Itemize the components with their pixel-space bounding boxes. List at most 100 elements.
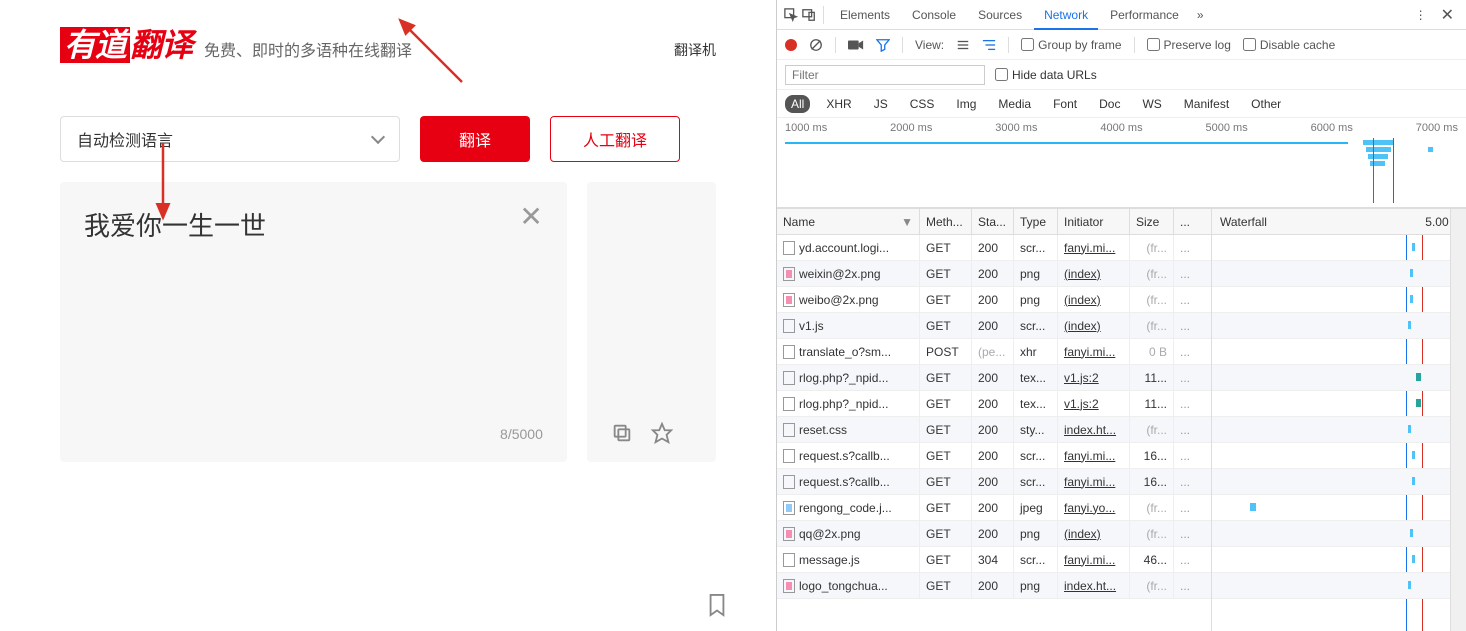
- camera-icon[interactable]: [848, 38, 864, 52]
- waterfall-row: [1212, 313, 1466, 339]
- col-initiator[interactable]: Initiator: [1058, 209, 1130, 234]
- bookmark-icon[interactable]: [706, 592, 728, 621]
- waterfall-row: [1212, 547, 1466, 573]
- request-size: (fr...: [1130, 313, 1174, 338]
- file-icon: [783, 293, 795, 307]
- type-filter-img[interactable]: Img: [950, 95, 982, 113]
- tabs-overflow-icon[interactable]: »: [1191, 8, 1210, 22]
- request-initiator[interactable]: v1.js:2: [1058, 391, 1130, 416]
- type-filter-manifest[interactable]: Manifest: [1178, 95, 1235, 113]
- request-initiator[interactable]: index.ht...: [1058, 573, 1130, 598]
- col-size[interactable]: Size: [1130, 209, 1174, 234]
- col-status[interactable]: Sta...: [972, 209, 1014, 234]
- view-list-icon[interactable]: [956, 38, 970, 52]
- request-type: xhr: [1014, 339, 1058, 364]
- file-icon: [783, 553, 795, 567]
- group-by-frame-checkbox[interactable]: Group by frame: [1021, 38, 1121, 52]
- language-select[interactable]: 自动检测语言: [60, 116, 400, 162]
- clear-input-button[interactable]: ✕: [519, 200, 542, 233]
- request-initiator[interactable]: fanyi.mi...: [1058, 469, 1130, 494]
- hide-data-urls-checkbox[interactable]: Hide data URLs: [995, 68, 1097, 82]
- request-method: GET: [920, 261, 972, 286]
- tab-sources[interactable]: Sources: [968, 0, 1032, 30]
- network-timeline[interactable]: 1000 ms2000 ms3000 ms4000 ms5000 ms6000 …: [777, 118, 1466, 208]
- devtools-menu-icon[interactable]: ⋮: [1409, 8, 1433, 22]
- tab-console[interactable]: Console: [902, 0, 966, 30]
- request-row[interactable]: rlog.php?_npid...GET200tex...v1.js:211..…: [777, 391, 1211, 417]
- request-initiator[interactable]: index.ht...: [1058, 417, 1130, 442]
- request-row[interactable]: message.jsGET304scr...fanyi.mi...46.....…: [777, 547, 1211, 573]
- request-row[interactable]: weixin@2x.pngGET200png(index)(fr......: [777, 261, 1211, 287]
- device-toggle-icon[interactable]: [801, 7, 817, 23]
- nav-translator-device[interactable]: 翻译机: [674, 40, 716, 60]
- request-initiator[interactable]: (index): [1058, 261, 1130, 286]
- request-more: ...: [1174, 417, 1192, 442]
- request-initiator[interactable]: fanyi.mi...: [1058, 443, 1130, 468]
- copy-icon[interactable]: [611, 422, 633, 444]
- record-button[interactable]: [785, 39, 797, 51]
- inspect-icon[interactable]: [783, 7, 799, 23]
- col-more[interactable]: ...: [1174, 209, 1192, 234]
- star-icon[interactable]: [651, 422, 673, 444]
- request-type: scr...: [1014, 469, 1058, 494]
- request-row[interactable]: request.s?callb...GET200scr...fanyi.mi..…: [777, 443, 1211, 469]
- tab-network[interactable]: Network: [1034, 0, 1098, 30]
- request-name: weixin@2x.png: [799, 267, 881, 281]
- grid-header: Name▼ Meth... Sta... Type Initiator Size…: [777, 209, 1211, 235]
- type-filter-other[interactable]: Other: [1245, 95, 1287, 113]
- request-initiator[interactable]: v1.js:2: [1058, 365, 1130, 390]
- request-row[interactable]: yd.account.logi...GET200scr...fanyi.mi..…: [777, 235, 1211, 261]
- disable-cache-checkbox[interactable]: Disable cache: [1243, 38, 1335, 52]
- request-initiator[interactable]: (index): [1058, 313, 1130, 338]
- request-row[interactable]: v1.jsGET200scr...(index)(fr......: [777, 313, 1211, 339]
- youdao-page: 有道翻译 免费、即时的多语种在线翻译 翻译机 自动检测语言 翻译 人工翻译 我爱…: [0, 0, 776, 631]
- filter-input[interactable]: [785, 65, 985, 85]
- tab-performance[interactable]: Performance: [1100, 0, 1189, 30]
- preserve-log-checkbox[interactable]: Preserve log: [1147, 38, 1231, 52]
- request-name: rengong_code.j...: [799, 501, 892, 515]
- human-translate-button[interactable]: 人工翻译: [550, 116, 680, 162]
- request-row[interactable]: qq@2x.pngGET200png(index)(fr......: [777, 521, 1211, 547]
- waterfall-row: [1212, 443, 1466, 469]
- request-more: ...: [1174, 235, 1192, 260]
- source-text: 我爱你一生一世: [84, 206, 543, 243]
- tab-elements[interactable]: Elements: [830, 0, 900, 30]
- scrollbar[interactable]: [1450, 209, 1466, 631]
- request-row[interactable]: logo_tongchua...GET200pngindex.ht...(fr.…: [777, 573, 1211, 599]
- type-filter-doc[interactable]: Doc: [1093, 95, 1126, 113]
- request-initiator[interactable]: (index): [1058, 521, 1130, 546]
- type-filter-css[interactable]: CSS: [904, 95, 941, 113]
- request-row[interactable]: rengong_code.j...GET200jpegfanyi.yo...(f…: [777, 495, 1211, 521]
- devtools-panel: Elements Console Sources Network Perform…: [776, 0, 1466, 631]
- translate-button[interactable]: 翻译: [420, 116, 530, 162]
- view-large-icon[interactable]: [982, 38, 996, 52]
- col-type[interactable]: Type: [1014, 209, 1058, 234]
- request-row[interactable]: request.s?callb...GET200scr...fanyi.mi..…: [777, 469, 1211, 495]
- request-initiator[interactable]: (index): [1058, 287, 1130, 312]
- devtools-close-button[interactable]: ✕: [1435, 5, 1460, 25]
- filter-icon[interactable]: [876, 38, 890, 52]
- timeline-tick: 7000 ms: [1416, 122, 1458, 134]
- request-type: scr...: [1014, 313, 1058, 338]
- source-text-box[interactable]: 我爱你一生一世 ✕ 8/5000: [60, 182, 567, 462]
- type-filter-font[interactable]: Font: [1047, 95, 1083, 113]
- request-initiator[interactable]: fanyi.mi...: [1058, 235, 1130, 260]
- col-method[interactable]: Meth...: [920, 209, 972, 234]
- request-size: (fr...: [1130, 287, 1174, 312]
- request-initiator[interactable]: fanyi.mi...: [1058, 547, 1130, 572]
- type-filter-xhr[interactable]: XHR: [820, 95, 857, 113]
- request-row[interactable]: rlog.php?_npid...GET200tex...v1.js:211..…: [777, 365, 1211, 391]
- request-row[interactable]: weibo@2x.pngGET200png(index)(fr......: [777, 287, 1211, 313]
- request-row[interactable]: translate_o?sm...POST(pe...xhrfanyi.mi..…: [777, 339, 1211, 365]
- request-row[interactable]: reset.cssGET200sty...index.ht...(fr.....…: [777, 417, 1211, 443]
- clear-button[interactable]: [809, 38, 823, 52]
- col-name[interactable]: Name▼: [777, 209, 920, 234]
- request-initiator[interactable]: fanyi.mi...: [1058, 339, 1130, 364]
- col-waterfall[interactable]: Waterfall 5.00 s: [1212, 209, 1466, 235]
- request-initiator[interactable]: fanyi.yo...: [1058, 495, 1130, 520]
- type-filter-all[interactable]: All: [785, 95, 810, 113]
- type-filter-media[interactable]: Media: [992, 95, 1037, 113]
- type-filter-js[interactable]: JS: [868, 95, 894, 113]
- request-size: 16...: [1130, 443, 1174, 468]
- type-filter-ws[interactable]: WS: [1136, 95, 1167, 113]
